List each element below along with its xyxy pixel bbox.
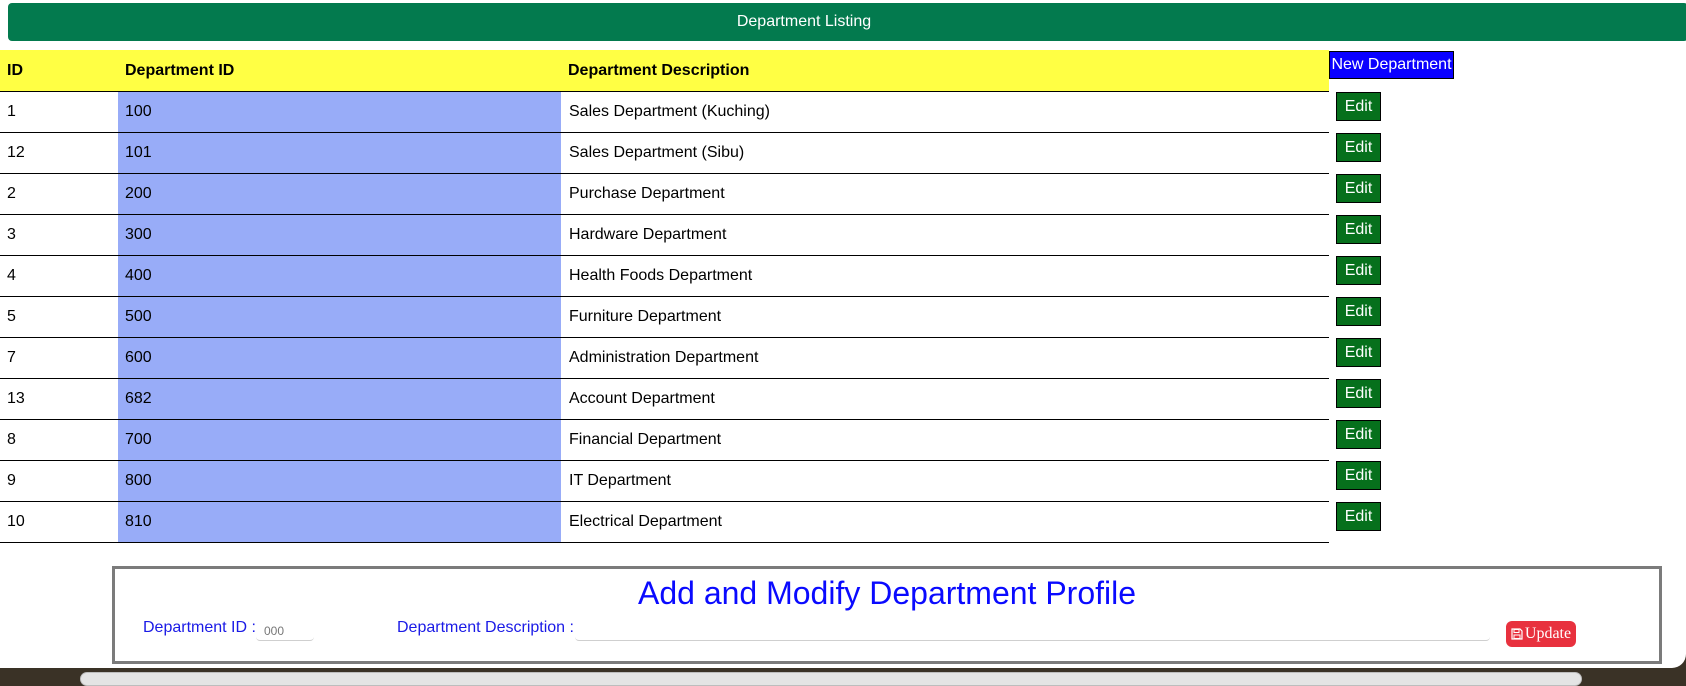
table-row: 3 300 Hardware Department [0, 214, 1329, 256]
edit-button[interactable]: Edit [1336, 502, 1381, 531]
cell-department-id: 200 [118, 173, 561, 215]
cell-department-description: Furniture Department [561, 296, 1329, 338]
cell-department-description: Sales Department (Kuching) [561, 91, 1329, 133]
department-table: ID Department ID Department Description … [0, 50, 1329, 543]
cell-department-description: Electrical Department [561, 501, 1329, 543]
edit-button[interactable]: Edit [1336, 215, 1381, 244]
cell-department-description: IT Department [561, 460, 1329, 502]
edit-button[interactable]: Edit [1336, 297, 1381, 326]
cell-department-description: Health Foods Department [561, 255, 1329, 297]
department-id-input[interactable] [256, 617, 314, 641]
department-description-label: Department Description : [397, 619, 574, 636]
cell-id: 1 [0, 91, 118, 133]
cell-id: 4 [0, 255, 118, 297]
cell-department-id: 100 [118, 91, 561, 133]
cell-id: 2 [0, 173, 118, 215]
update-button-label: Update [1524, 625, 1572, 642]
cell-department-description: Hardware Department [561, 214, 1329, 256]
cell-id: 10 [0, 501, 118, 543]
update-button[interactable]: Update [1506, 621, 1576, 647]
cell-id: 8 [0, 419, 118, 461]
column-header-id: ID [0, 50, 118, 92]
table-header-row: ID Department ID Department Description [0, 50, 1329, 92]
edit-button[interactable]: Edit [1336, 174, 1381, 203]
cell-department-id: 400 [118, 255, 561, 297]
edit-button[interactable]: Edit [1336, 420, 1381, 449]
cell-id: 13 [0, 378, 118, 420]
table-row: 12 101 Sales Department (Sibu) [0, 132, 1329, 174]
cell-id: 5 [0, 296, 118, 338]
cell-department-description: Purchase Department [561, 173, 1329, 215]
listing-header-bar: Department Listing [8, 3, 1686, 41]
edit-button[interactable]: Edit [1336, 92, 1381, 121]
edit-button[interactable]: Edit [1336, 256, 1381, 285]
new-department-button[interactable]: New Department [1329, 51, 1454, 79]
department-form: Add and Modify Department Profile Depart… [112, 566, 1662, 664]
column-header-department-description: Department Description [561, 50, 1329, 92]
page: Department Listing ID Department ID Depa… [0, 0, 1686, 668]
cell-department-id: 700 [118, 419, 561, 461]
form-title: Add and Modify Department Profile [637, 575, 1137, 611]
department-id-label: Department ID : [143, 619, 256, 636]
cell-department-description: Sales Department (Sibu) [561, 132, 1329, 174]
table-row: 13 682 Account Department [0, 378, 1329, 420]
cell-department-id: 800 [118, 460, 561, 502]
table-row: 10 810 Electrical Department [0, 501, 1329, 543]
cell-department-description: Administration Department [561, 337, 1329, 379]
edit-button[interactable]: Edit [1336, 133, 1381, 162]
window-bottom-edge [80, 672, 1582, 686]
cell-department-id: 600 [118, 337, 561, 379]
cell-id: 3 [0, 214, 118, 256]
save-icon [1511, 628, 1523, 640]
cell-id: 7 [0, 337, 118, 379]
listing-title: Department Listing [736, 13, 872, 30]
table-row: 2 200 Purchase Department [0, 173, 1329, 215]
table-row: 9 800 IT Department [0, 460, 1329, 502]
cell-department-description: Financial Department [561, 419, 1329, 461]
edit-button[interactable]: Edit [1336, 379, 1381, 408]
cell-department-id: 101 [118, 132, 561, 174]
column-header-department-id: Department ID [118, 50, 561, 92]
table-row: 4 400 Health Foods Department [0, 255, 1329, 297]
cell-department-id: 682 [118, 378, 561, 420]
department-description-input[interactable] [575, 617, 1490, 641]
cell-department-description: Account Department [561, 378, 1329, 420]
table-row: 7 600 Administration Department [0, 337, 1329, 379]
cell-id: 9 [0, 460, 118, 502]
table-row: 5 500 Furniture Department [0, 296, 1329, 338]
cell-department-id: 500 [118, 296, 561, 338]
cell-id: 12 [0, 132, 118, 174]
edit-button[interactable]: Edit [1336, 461, 1381, 490]
cell-department-id: 810 [118, 501, 561, 543]
table-row: 1 100 Sales Department (Kuching) [0, 91, 1329, 133]
table-row: 8 700 Financial Department [0, 419, 1329, 461]
cell-department-id: 300 [118, 214, 561, 256]
edit-button[interactable]: Edit [1336, 338, 1381, 367]
